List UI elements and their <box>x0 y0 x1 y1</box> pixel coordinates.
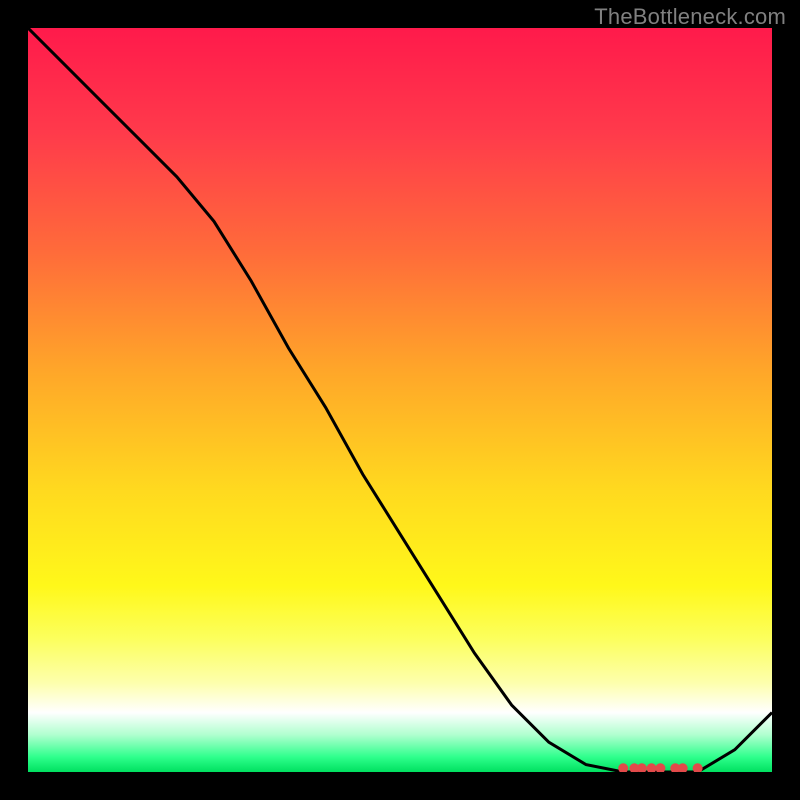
marker-point <box>655 763 665 772</box>
marker-point <box>618 763 628 772</box>
marker-point <box>647 763 657 772</box>
marker-point <box>678 763 688 772</box>
marker-point <box>693 763 703 772</box>
line-series <box>28 28 772 772</box>
marker-point <box>637 763 647 772</box>
plot-area <box>28 28 772 772</box>
chart-frame: TheBottleneck.com <box>0 0 800 800</box>
watermark-label: TheBottleneck.com <box>594 4 786 30</box>
chart-svg <box>28 28 772 772</box>
main-curve <box>28 28 772 772</box>
